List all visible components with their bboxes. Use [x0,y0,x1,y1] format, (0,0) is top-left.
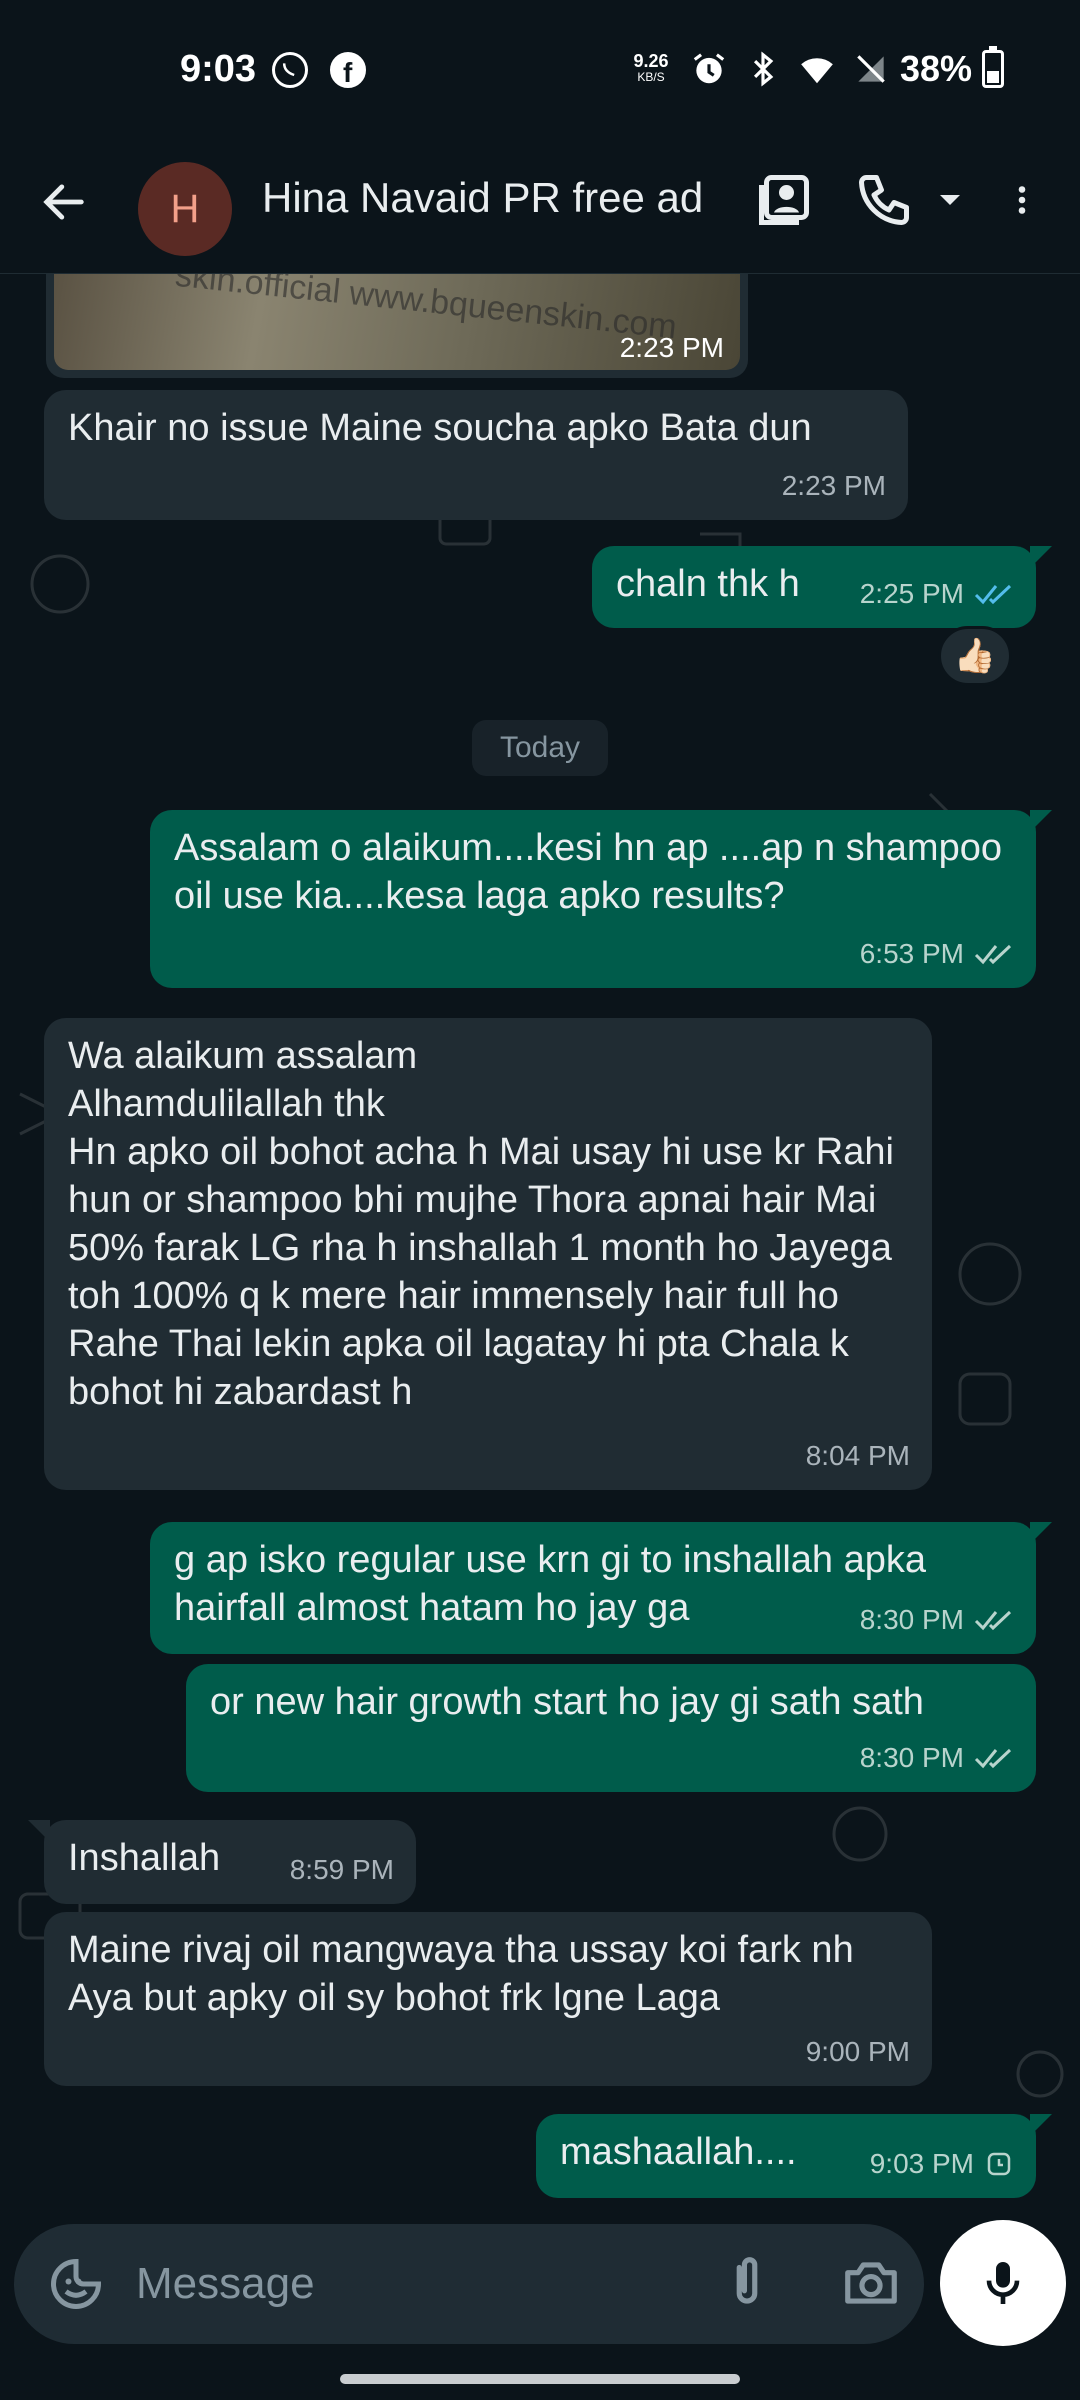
message-time: 8:04 PM [805,1440,910,1471]
chat-header: H Hina Navaid PR free ad [0,140,1080,274]
message-bubble-outgoing[interactable]: chaln thk h 2:25 PM [592,546,1052,628]
call-options-dropdown[interactable] [930,170,970,230]
facebook-icon: f [330,52,366,88]
message-reaction[interactable]: 👍🏻 [938,626,1012,686]
status-bar: 9:03 f 9.26 KB/S 38% [0,0,1080,140]
contact-card-icon [759,175,809,225]
network-speed: 9.26 KB/S [633,51,669,84]
message-text: or new hair growth start ho jay gi sath … [210,1681,924,1723]
message-bubble-incoming[interactable]: Wa alaikum assalam Alhamdulilallah thk H… [44,1018,932,1490]
message-time: 2:23 PM [619,332,724,363]
message-time: 2:23 PM [781,470,886,501]
wifi-icon [801,58,833,84]
battery-percent: 38% [900,48,973,89]
image-watermark: skin.official www.bqueenskin.com [173,274,679,347]
avatar[interactable]: H [138,162,232,256]
message-time: 9:00 PM [805,2036,910,2067]
message-bubble-incoming[interactable]: Inshallah 8:59 PM [28,1820,416,1904]
message-time: 2:25 PM [859,578,964,609]
message-time: 9:03 PM [869,2148,974,2179]
message-text: Khair no issue Maine soucha apko Bata du… [68,407,812,449]
delivered-ticks-icon [974,944,1012,965]
thumbs-up-icon: 👍🏻 [953,637,997,675]
status-time: 9:03 [180,48,257,90]
message-bubble-outgoing[interactable]: mashaallah.... 9:03 PM [536,2114,1052,2198]
delivered-ticks-icon [974,1748,1012,1769]
message-bubble-outgoing[interactable]: Assalam o alaikum....kesi hn ap ....ap n… [150,810,1052,988]
read-ticks-icon [974,584,1012,605]
more-vert-icon [1018,186,1026,214]
message-bubble-outgoing[interactable]: g ap isko regular use krn gi to inshalla… [150,1522,1052,1654]
image-message[interactable]: skin.official www.bqueenskin.com 2:23 PM [46,274,748,378]
chat-area[interactable]: skin.official www.bqueenskin.com 2:23 PM… [0,274,1080,2220]
message-text: Maine rivaj oil mangwaya tha ussay koi f… [68,1929,863,2019]
message-bubble-incoming[interactable]: Maine rivaj oil mangwaya tha ussay koi f… [44,1912,932,2086]
message-text: Assalam o alaikum....kesi hn ap ....ap n… [174,827,1013,917]
pending-clock-icon [987,2152,1011,2176]
battery-icon [982,46,1004,88]
message-time: 6:53 PM [859,938,964,969]
sticker-icon [51,2258,102,2309]
sticker-button[interactable] [46,2254,106,2314]
mic-icon [986,2262,1020,2304]
contact-name[interactable]: Hina Navaid PR free ad [262,174,732,222]
message-time: 8:59 PM [289,1854,394,1885]
back-button[interactable] [38,176,90,228]
back-arrow-icon [43,184,84,220]
contact-card-button[interactable] [754,170,814,230]
voice-message-button[interactable] [940,2220,1066,2346]
attachment-icon [736,2257,758,2304]
message-time: 8:30 PM [859,1742,964,1773]
attachment-button[interactable] [716,2252,778,2314]
date-divider: Today [472,720,608,776]
dropdown-icon [940,195,960,205]
bluetooth-icon [753,51,774,87]
message-composer [14,2224,924,2344]
message-input[interactable] [136,2252,696,2316]
home-indicator[interactable] [340,2374,740,2384]
message-bubble-outgoing[interactable]: or new hair growth start ho jay gi sath … [186,1664,1036,1792]
whatsapp-icon [272,52,308,88]
camera-button[interactable] [840,2252,902,2314]
more-options-button[interactable] [1004,170,1040,230]
phone-icon [859,175,909,225]
alarm-icon [693,53,725,84]
call-button[interactable] [854,170,914,230]
message-text: Wa alaikum assalam Alhamdulilallah thk H… [68,1035,894,1413]
message-bubble-incoming[interactable]: Khair no issue Maine soucha apko Bata du… [44,390,908,520]
delivered-ticks-icon [974,1610,1012,1631]
no-sim-icon [857,55,885,83]
camera-icon [845,2262,897,2304]
message-time: 8:30 PM [859,1604,964,1635]
